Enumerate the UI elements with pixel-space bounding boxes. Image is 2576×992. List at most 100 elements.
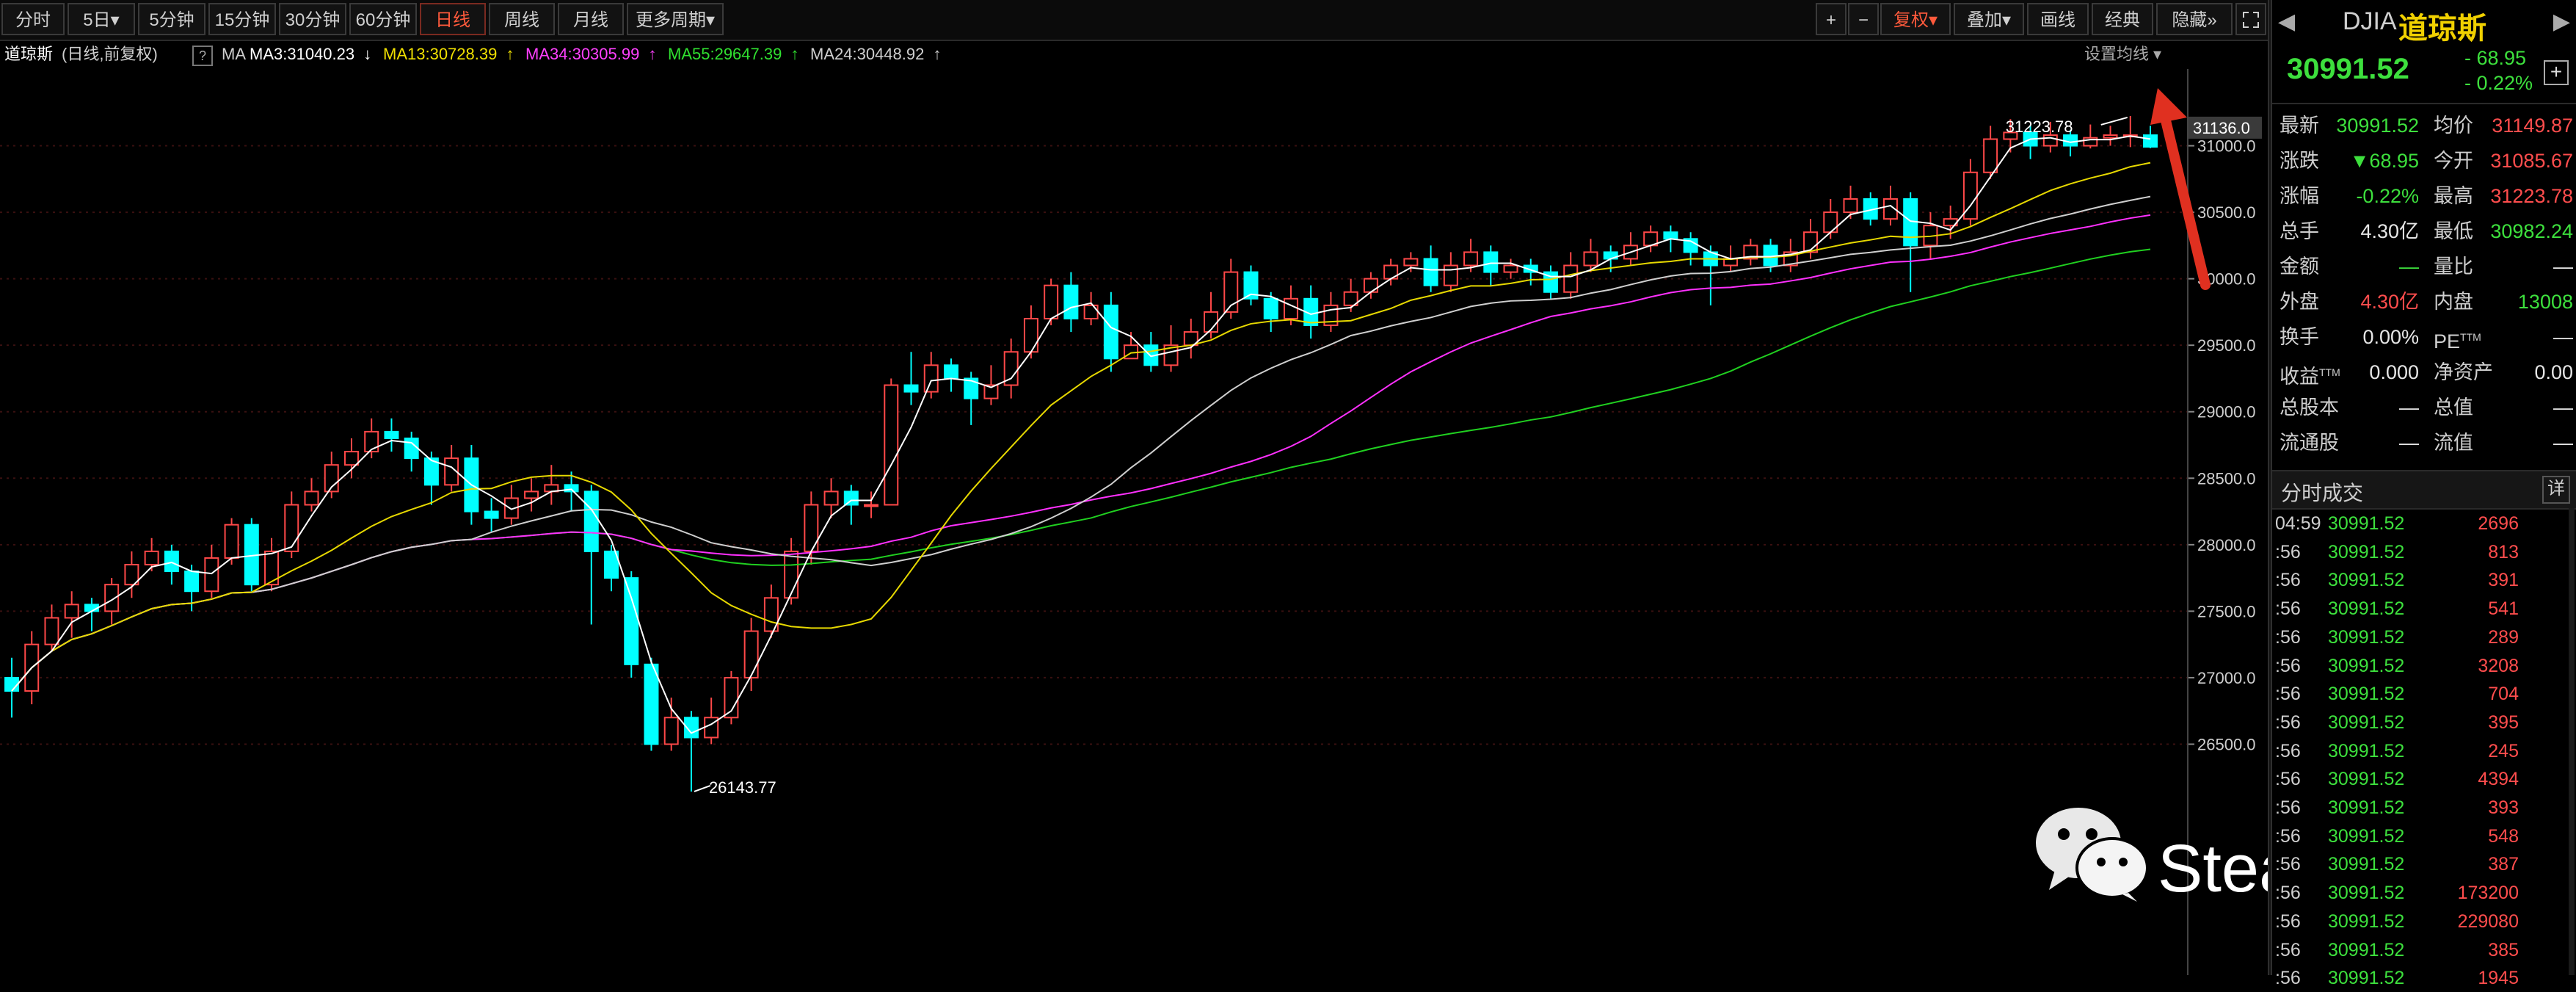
tick-volume: 387	[2488, 854, 2519, 875]
index-name: 道琼斯	[4, 45, 54, 63]
tick-time: :56	[2275, 968, 2301, 989]
candle-up	[1843, 198, 1858, 214]
period-weekly[interactable]: 周线	[489, 3, 555, 35]
candle-down	[4, 676, 19, 692]
tick-volume: 395	[2488, 712, 2519, 733]
quote-value: 13008	[2517, 291, 2573, 313]
help-icon[interactable]: ?	[192, 46, 213, 66]
chevron-down-icon: ▾	[2153, 45, 2162, 63]
candle-down	[583, 490, 599, 552]
tick-row: :56 30991.52 541	[2272, 595, 2576, 623]
quote-value: —	[2553, 326, 2573, 348]
tick-time: :56	[2275, 570, 2301, 591]
quote-label: 总股本	[2280, 397, 2339, 419]
tick-price: 30991.52	[2328, 541, 2405, 562]
fuquan-label: 复权	[1893, 10, 1929, 30]
ticks-scrollbar[interactable]	[2569, 508, 2575, 975]
candle-up	[663, 717, 679, 745]
tick-price: 30991.52	[2328, 740, 2405, 761]
ma-label: MA	[222, 45, 246, 63]
next-stock-icon[interactable]: ▶	[2553, 9, 2570, 35]
candle-up	[1283, 297, 1298, 319]
add-watchlist-button[interactable]: +	[2544, 60, 2569, 85]
fuquan-button[interactable]: 复权▾	[1880, 3, 1951, 35]
fullscreen-button[interactable]	[2235, 3, 2266, 35]
quote-value: 31085.67	[2490, 150, 2573, 172]
ma34-value: MA34:30305.99	[525, 45, 640, 63]
tick-row: 04:59 30991.52 2696	[2272, 510, 2576, 537]
candle-up	[1363, 278, 1378, 293]
candle-up	[864, 504, 879, 507]
quote-row: 总股本 — 总值 —	[2280, 391, 2573, 424]
prev-stock-icon[interactable]: ◀	[2278, 9, 2295, 35]
period-5day[interactable]: 5日▾	[68, 3, 135, 35]
quote-row: 涨跌 ▼68.95 今开 31085.67	[2280, 144, 2573, 178]
low-label: 26143.77	[709, 778, 776, 797]
quote-label: 最高	[2434, 185, 2473, 207]
overlay-button[interactable]: 叠加▾	[1954, 3, 2024, 35]
tick-price: 30991.52	[2328, 626, 2405, 648]
ma-legend-bar: 道琼斯 (日线,前复权) ? MA MA3:31040.23 ↓ MA13:30…	[0, 41, 2202, 68]
draw-line-button[interactable]: 画线	[2027, 3, 2089, 35]
ma-settings-button[interactable]: 设置均线 ▾	[2084, 41, 2166, 68]
candle-up	[1044, 284, 1059, 319]
quote-value: 31223.78	[2490, 185, 2573, 207]
high-label: 31223.78	[2006, 117, 2073, 136]
tick-volume: 229080	[2457, 910, 2519, 932]
tick-time: :56	[2275, 854, 2301, 875]
period-15min[interactable]: 15分钟	[208, 3, 276, 35]
quote-value: —	[2399, 397, 2419, 419]
zoom-in-button[interactable]: +	[1816, 3, 1847, 35]
candle-down	[1483, 251, 1499, 273]
quote-panel: ◀ DJIA 道琼斯 ▶ 30991.52 - 68.95 - 0.22% + …	[2272, 0, 2576, 988]
tick-time: :56	[2275, 740, 2301, 761]
candle-up	[1023, 317, 1038, 353]
period-daily[interactable]: 日线	[420, 3, 486, 35]
period-30min[interactable]: 30分钟	[279, 3, 346, 35]
candle-up	[884, 384, 899, 506]
arrow-down-icon: ↓	[363, 45, 372, 63]
ticks-detail-button[interactable]: 详	[2542, 476, 2570, 504]
chevron-down-icon: ▾	[2001, 10, 2012, 30]
zoom-out-button[interactable]: −	[1848, 3, 1879, 35]
classic-button[interactable]: 经典	[2092, 3, 2153, 35]
quote-value: 4.30亿	[2360, 291, 2419, 313]
wechat-icon	[2036, 808, 2149, 902]
period-5min[interactable]: 5分钟	[138, 3, 205, 35]
tick-price: 30991.52	[2328, 883, 2405, 904]
period-60min[interactable]: 60分钟	[349, 3, 417, 35]
ma24-legend: MA24:30448.92 ↑	[810, 41, 945, 68]
overlay-label: 叠加	[1966, 10, 2002, 30]
y-tick-label: 29500.0	[2197, 336, 2256, 355]
hide-button[interactable]: 隐藏»	[2156, 3, 2233, 35]
quote-value: —	[2553, 256, 2573, 278]
double-chevron-icon: »	[2207, 10, 2217, 30]
quote-label: 净资产	[2434, 361, 2493, 383]
ma13-legend: MA13:30728.39 ↑	[383, 41, 518, 68]
ticks-header: 分时成交 详	[2272, 470, 2576, 510]
tick-time: 04:59	[2275, 513, 2321, 534]
candle-up	[1503, 264, 1518, 273]
last-price: 30991.52	[2287, 53, 2409, 85]
quote-label: PETTM	[2434, 330, 2481, 352]
y-tick-label: 28500.0	[2197, 469, 2256, 488]
arrow-up-icon: ↑	[506, 45, 514, 63]
quote-row: 金额 — 量比 —	[2280, 250, 2573, 283]
tick-time: :56	[2275, 797, 2301, 818]
quote-row: 外盘 4.30亿 内盘 13008	[2280, 285, 2573, 319]
period-more[interactable]: 更多周期▾	[627, 3, 724, 35]
candle-down	[164, 550, 179, 573]
candlestick-chart[interactable]: 31223.78 26143.77	[0, 69, 2187, 975]
ma24-value: MA24:30448.92	[810, 45, 925, 63]
tick-time: :56	[2275, 883, 2301, 904]
tick-price: 30991.52	[2328, 712, 2405, 733]
chevron-down-icon: ▾	[705, 10, 716, 30]
candle-down	[384, 430, 399, 439]
candle-up	[2042, 134, 2058, 147]
quote-label: 均价	[2434, 115, 2473, 137]
period-monthly[interactable]: 月线	[558, 3, 624, 35]
annotation-arrow	[2150, 88, 2211, 290]
period-fenshi[interactable]: 分时	[1, 3, 65, 35]
candle-down	[1063, 284, 1079, 319]
tick-row: :56 30991.52 1945	[2272, 964, 2576, 992]
